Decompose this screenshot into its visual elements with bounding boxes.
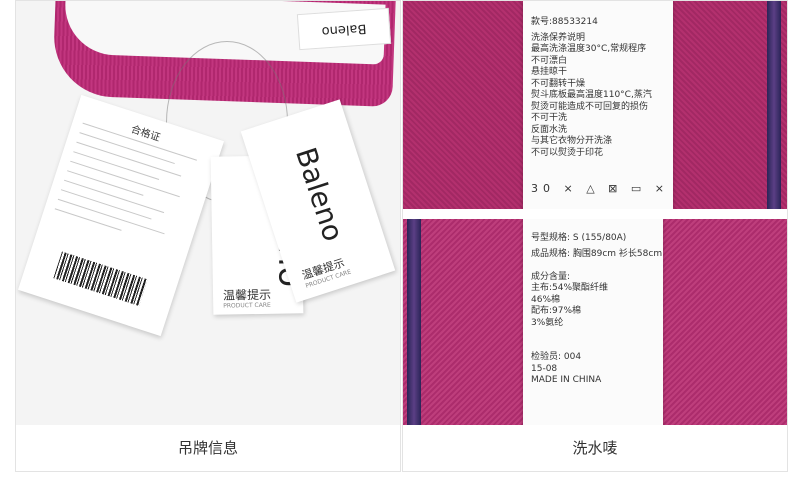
- panel-caption: 洗水唛: [403, 425, 787, 471]
- wash-label-bottom-photo: 号型规格: S (155/80A) 成品规格: 胸围89cm 衫长58cm 成分含…: [403, 219, 787, 427]
- spec-label-line: [523, 260, 663, 272]
- spec-label-line: [523, 341, 663, 353]
- spec-label-line: 15-08: [531, 363, 558, 374]
- care-label-line: 洗涤保养说明: [531, 32, 586, 43]
- wash-label-photo: 款号:88533214 洗涤保养说明 最高洗涤温度30°C,常规程序 不可漂白 悬挂晾干…: [403, 1, 787, 427]
- barcode: [53, 251, 148, 306]
- care-label-line: 最高洗涤温度30°C,常规程序: [531, 44, 647, 54]
- wash-care-label: 款号:88533214 洗涤保养说明 最高洗涤温度30°C,常规程序 不可漂白 悬挂晾干…: [523, 1, 673, 209]
- spec-label-line: [523, 329, 663, 341]
- spec-label-line: 3%氨纶: [531, 317, 564, 328]
- care-label-line: 悬挂晾干: [531, 67, 568, 77]
- spec-label-line: 46%棉: [531, 294, 561, 305]
- spec-label-line: 检验员: 004: [531, 352, 582, 362]
- care-label-line: 不可干洗: [531, 113, 568, 123]
- spec-label-line: 配布:97%棉: [531, 306, 582, 316]
- care-label-line: 不可漂白: [531, 55, 568, 66]
- care-label-line: 熨斗底板最高温度110°C,蒸汽: [531, 90, 652, 100]
- care-symbols: 30 ⨯ △ ⊠ ▭ ⨯: [531, 182, 669, 195]
- spec-label-line: 号型规格: S (155/80A): [531, 233, 627, 243]
- hangtag-photo: Baleno 合格证 eno 温馨提示 PRODUCT CARE Baleno …: [16, 1, 400, 427]
- care-label-line: 与其它衣物分开洗涤: [531, 136, 613, 146]
- spec-label-line: MADE IN CHINA: [531, 375, 602, 385]
- size-composition-label: 号型规格: S (155/80A) 成品规格: 胸围89cm 衫长58cm 成分含…: [523, 219, 663, 427]
- wash-label-top-photo: 款号:88533214 洗涤保养说明 最高洗涤温度30°C,常规程序 不可漂白 悬挂晾干…: [403, 1, 787, 209]
- spec-label-line: 成品规格: 胸围89cm 衫长58cm: [531, 248, 663, 259]
- care-tag-subtitle: PRODUCT CARE: [223, 301, 271, 310]
- care-label-line: 款号:88533214: [531, 17, 598, 27]
- care-label-line: 反面水洗: [531, 124, 568, 135]
- hangtag-info-panel: Baleno 合格证 eno 温馨提示 PRODUCT CARE Baleno …: [15, 0, 401, 472]
- spec-label-line: 成分含量:: [531, 271, 571, 282]
- certificate-tag: 合格证: [17, 94, 225, 337]
- neck-label: Baleno: [296, 7, 392, 51]
- care-label-line: 不可翻转干燥: [531, 78, 586, 89]
- care-label-line: 不可以熨烫于印花: [531, 147, 604, 158]
- care-label-line: 熨烫可能造成不可回复的损伤: [531, 101, 649, 112]
- brand-logo: Baleno: [288, 143, 351, 246]
- spec-label-line: 主布:54%聚酯纤维: [531, 283, 609, 293]
- panel-caption: 吊牌信息: [16, 425, 400, 471]
- wash-label-panel: 款号:88533214 洗涤保养说明 最高洗涤温度30°C,常规程序 不可漂白 悬挂晾干…: [402, 0, 788, 472]
